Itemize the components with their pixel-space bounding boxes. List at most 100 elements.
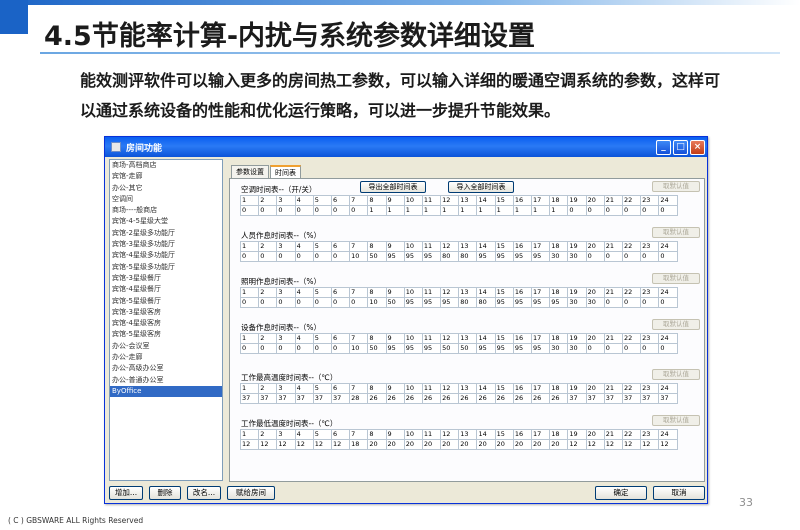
- schedule-value-cell[interactable]: 37: [603, 393, 623, 404]
- schedule-value-cell[interactable]: 0: [603, 297, 623, 308]
- schedule-value-cell[interactable]: 95: [549, 297, 569, 308]
- ok-button[interactable]: 确定: [595, 486, 647, 500]
- schedule-value-cell[interactable]: 0: [294, 343, 314, 354]
- schedule-value-cell[interactable]: 0: [621, 205, 642, 216]
- delete-button[interactable]: 删除: [149, 486, 181, 500]
- schedule-value-cell[interactable]: 28: [349, 393, 369, 404]
- schedule-value-cell[interactable]: 26: [440, 393, 460, 404]
- schedule-value-cell[interactable]: 26: [367, 393, 387, 404]
- schedule-value-cell[interactable]: 30: [567, 297, 587, 308]
- schedule-value-cell[interactable]: 30: [567, 251, 587, 262]
- room-list-item[interactable]: 宾馆-4星级多功能厅: [110, 250, 222, 261]
- tab-parameter-settings[interactable]: 参数设置: [231, 165, 269, 178]
- schedule-value-cell[interactable]: 0: [312, 251, 332, 262]
- schedule-value-cell[interactable]: 37: [567, 393, 587, 404]
- schedule-value-cell[interactable]: 0: [330, 343, 351, 354]
- schedule-value-cell[interactable]: 50: [458, 343, 478, 354]
- schedule-value-cell[interactable]: 50: [385, 297, 405, 308]
- schedule-value-cell[interactable]: 0: [585, 343, 605, 354]
- schedule-value-cell[interactable]: 95: [403, 343, 423, 354]
- schedule-value-cell[interactable]: 0: [330, 297, 351, 308]
- schedule-value-cell[interactable]: 20: [549, 439, 569, 450]
- schedule-value-cell[interactable]: 26: [385, 393, 405, 404]
- schedule-value-cell[interactable]: 26: [458, 393, 478, 404]
- schedule-value-cell[interactable]: 1: [421, 205, 442, 216]
- room-list-item[interactable]: 宾馆-5星级餐厅: [110, 296, 222, 307]
- schedule-value-cell[interactable]: 12: [621, 439, 642, 450]
- room-list-item[interactable]: 办公-会议室: [110, 341, 222, 352]
- schedule-value-cell[interactable]: 37: [276, 393, 296, 404]
- schedule-value-cell[interactable]: 26: [421, 393, 442, 404]
- schedule-value-cell[interactable]: 12: [312, 439, 332, 450]
- schedule-value-cell[interactable]: 12: [239, 439, 260, 450]
- room-list-item[interactable]: 宾馆-3星级客房: [110, 307, 222, 318]
- schedule-value-cell[interactable]: 0: [276, 343, 296, 354]
- schedule-value-cell[interactable]: 37: [585, 393, 605, 404]
- schedule-value-cell[interactable]: 10: [367, 297, 387, 308]
- schedule-value-cell[interactable]: 80: [458, 251, 478, 262]
- schedule-value-cell[interactable]: 95: [494, 297, 514, 308]
- schedule-value-cell[interactable]: 0: [621, 251, 642, 262]
- schedule-value-cell[interactable]: 0: [330, 205, 351, 216]
- reset-default-button[interactable]: 取默认值: [652, 227, 700, 238]
- reset-default-button[interactable]: 取默认值: [652, 415, 700, 426]
- schedule-value-cell[interactable]: 20: [403, 439, 423, 450]
- schedule-value-cell[interactable]: 20: [421, 439, 442, 450]
- schedule-value-cell[interactable]: 0: [567, 205, 587, 216]
- schedule-value-cell[interactable]: 1: [494, 205, 514, 216]
- schedule-value-cell[interactable]: 0: [258, 297, 278, 308]
- schedule-value-cell[interactable]: 0: [603, 205, 623, 216]
- schedule-value-cell[interactable]: 37: [294, 393, 314, 404]
- reset-default-button[interactable]: 取默认值: [652, 273, 700, 284]
- schedule-value-cell[interactable]: 95: [530, 251, 551, 262]
- reset-default-button[interactable]: 取默认值: [652, 369, 700, 380]
- schedule-value-cell[interactable]: 0: [349, 205, 369, 216]
- schedule-value-cell[interactable]: 95: [512, 297, 533, 308]
- close-button[interactable]: ×: [690, 139, 705, 155]
- cancel-button[interactable]: 取消: [653, 486, 705, 500]
- schedule-value-cell[interactable]: 0: [658, 343, 678, 354]
- schedule-value-cell[interactable]: 0: [585, 205, 605, 216]
- schedule-value-cell[interactable]: 20: [458, 439, 478, 450]
- schedule-value-cell[interactable]: 37: [312, 393, 332, 404]
- schedule-value-cell[interactable]: 0: [276, 297, 296, 308]
- schedule-value-cell[interactable]: 0: [640, 343, 660, 354]
- schedule-value-cell[interactable]: 30: [549, 251, 569, 262]
- schedule-value-cell[interactable]: 95: [494, 251, 514, 262]
- schedule-value-cell[interactable]: 26: [549, 393, 569, 404]
- room-list-item[interactable]: 宾馆-3星级餐厅: [110, 273, 222, 284]
- schedule-value-cell[interactable]: 95: [403, 251, 423, 262]
- schedule-value-cell[interactable]: 1: [458, 205, 478, 216]
- room-list-item[interactable]: 办公-高级办公室: [110, 363, 222, 374]
- room-list-item[interactable]: 宾馆-4星级客房: [110, 318, 222, 329]
- schedule-value-cell[interactable]: 0: [258, 343, 278, 354]
- schedule-value-cell[interactable]: 0: [658, 297, 678, 308]
- schedule-value-cell[interactable]: 37: [621, 393, 642, 404]
- schedule-value-cell[interactable]: 12: [603, 439, 623, 450]
- schedule-value-cell[interactable]: 12: [276, 439, 296, 450]
- schedule-value-cell[interactable]: 12: [258, 439, 278, 450]
- schedule-value-cell[interactable]: 80: [440, 251, 460, 262]
- schedule-value-cell[interactable]: 0: [640, 205, 660, 216]
- schedule-value-cell[interactable]: 20: [494, 439, 514, 450]
- room-list-item[interactable]: 宾馆-5星级多功能厅: [110, 262, 222, 273]
- schedule-value-cell[interactable]: 20: [530, 439, 551, 450]
- schedule-value-cell[interactable]: 1: [403, 205, 423, 216]
- schedule-value-cell[interactable]: 0: [294, 297, 314, 308]
- schedule-value-cell[interactable]: 95: [512, 343, 533, 354]
- schedule-value-cell[interactable]: 0: [239, 343, 260, 354]
- schedule-value-cell[interactable]: 0: [312, 205, 332, 216]
- schedule-value-cell[interactable]: 0: [239, 297, 260, 308]
- room-list-item[interactable]: 办公-其它: [110, 183, 222, 194]
- schedule-value-cell[interactable]: 12: [567, 439, 587, 450]
- room-list-item[interactable]: 空调间: [110, 194, 222, 205]
- room-list-item[interactable]: 宾馆-5星级客房: [110, 329, 222, 340]
- schedule-value-cell[interactable]: 1: [367, 205, 387, 216]
- schedule-value-cell[interactable]: 80: [458, 297, 478, 308]
- room-list-item[interactable]: 宾馆-4-5星级大堂: [110, 216, 222, 227]
- minimize-button[interactable]: _: [656, 139, 671, 155]
- schedule-value-cell[interactable]: 95: [530, 343, 551, 354]
- room-list-item[interactable]: 宾馆-2星级多功能厅: [110, 228, 222, 239]
- schedule-value-cell[interactable]: 37: [658, 393, 678, 404]
- tab-schedules[interactable]: 时间表: [270, 165, 301, 178]
